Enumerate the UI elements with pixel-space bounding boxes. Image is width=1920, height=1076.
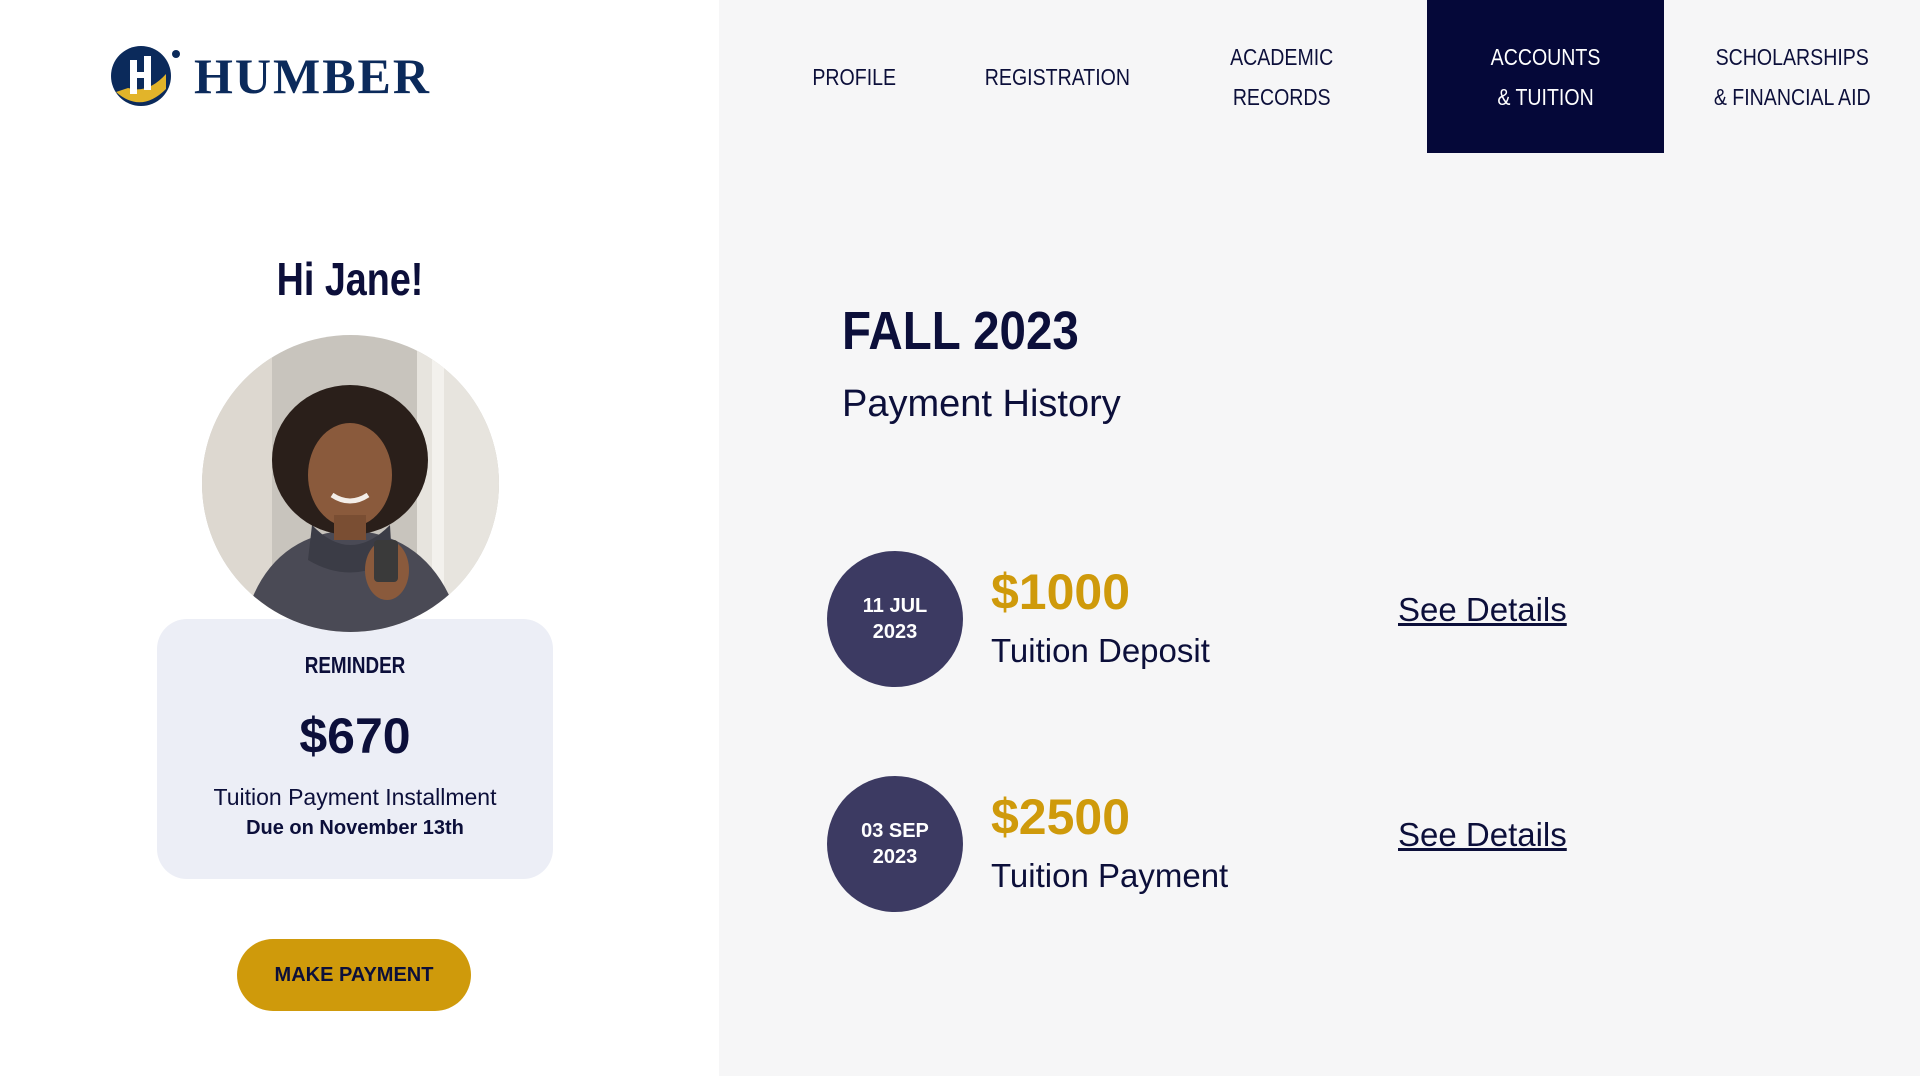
- nav-item-label: ACADEMIC RECORDS: [1230, 43, 1334, 110]
- nav-item-registration[interactable]: REGISTRATION: [947, 0, 1167, 153]
- payment-history-heading: Payment History: [842, 383, 1121, 425]
- nav-item-scholarships-financial-aid[interactable]: SCHOLARSHIPS & FINANCIAL AID: [1664, 0, 1920, 153]
- payment-row: 11 JUL 2023 $1000 Tuition Deposit See De…: [827, 551, 1827, 687]
- reminder-description: Tuition Payment Installment: [213, 784, 497, 810]
- nav-item-label: PROFILE: [812, 63, 896, 90]
- payment-date-badge: 11 JUL 2023: [827, 551, 963, 687]
- payment-date-day-month: 11 JUL: [862, 595, 928, 617]
- see-details-link[interactable]: See Details: [1398, 816, 1567, 854]
- top-nav: PROFILE REGISTRATION ACADEMIC RECORDS AC…: [719, 0, 1920, 153]
- payment-amount: $2500: [991, 789, 1131, 845]
- humber-logo[interactable]: HUMBER: [108, 44, 431, 108]
- avatar: [202, 335, 499, 632]
- payment-amount: $1000: [991, 564, 1131, 620]
- humber-logo-icon: [108, 44, 180, 108]
- season-title: FALL 2023: [842, 301, 1079, 361]
- payment-description: Tuition Payment: [991, 857, 1229, 894]
- reminder-card: REMINDER $670 Tuition Payment Installmen…: [157, 619, 553, 879]
- left-panel: HUMBER Hi Jane! REMINDER $670 Tuition Pa…: [0, 0, 719, 1076]
- nav-item-accounts-tuition[interactable]: ACCOUNTS & TUITION: [1427, 0, 1664, 153]
- greeting: Hi Jane!: [276, 253, 424, 305]
- nav-item-label: ACCOUNTS & TUITION: [1490, 43, 1601, 110]
- reminder-due-date: Due on November 13th: [246, 817, 464, 839]
- payment-row: 03 SEP 2023 $2500 Tuition Payment See De…: [827, 776, 1827, 912]
- payment-date-year: 2023: [872, 846, 918, 868]
- payment-date-day-month: 03 SEP: [861, 820, 929, 842]
- nav-item-label: SCHOLARSHIPS & FINANCIAL AID: [1713, 43, 1871, 110]
- nav-item-academic-records[interactable]: ACADEMIC RECORDS: [1167, 0, 1397, 153]
- reminder-amount: $670: [299, 708, 411, 764]
- payment-date-badge: 03 SEP 2023: [827, 776, 963, 912]
- nav-item-label: REGISTRATION: [984, 63, 1130, 90]
- payment-description: Tuition Deposit: [991, 632, 1210, 669]
- logo-wordmark: HUMBER: [194, 48, 431, 104]
- make-payment-button[interactable]: MAKE PAYMENT: [237, 939, 471, 1011]
- reminder-label: REMINDER: [304, 652, 406, 678]
- payment-date-year: 2023: [872, 621, 918, 643]
- right-panel: PROFILE REGISTRATION ACADEMIC RECORDS AC…: [719, 0, 1920, 1076]
- see-details-link[interactable]: See Details: [1398, 591, 1567, 629]
- nav-item-profile[interactable]: PROFILE: [761, 0, 947, 153]
